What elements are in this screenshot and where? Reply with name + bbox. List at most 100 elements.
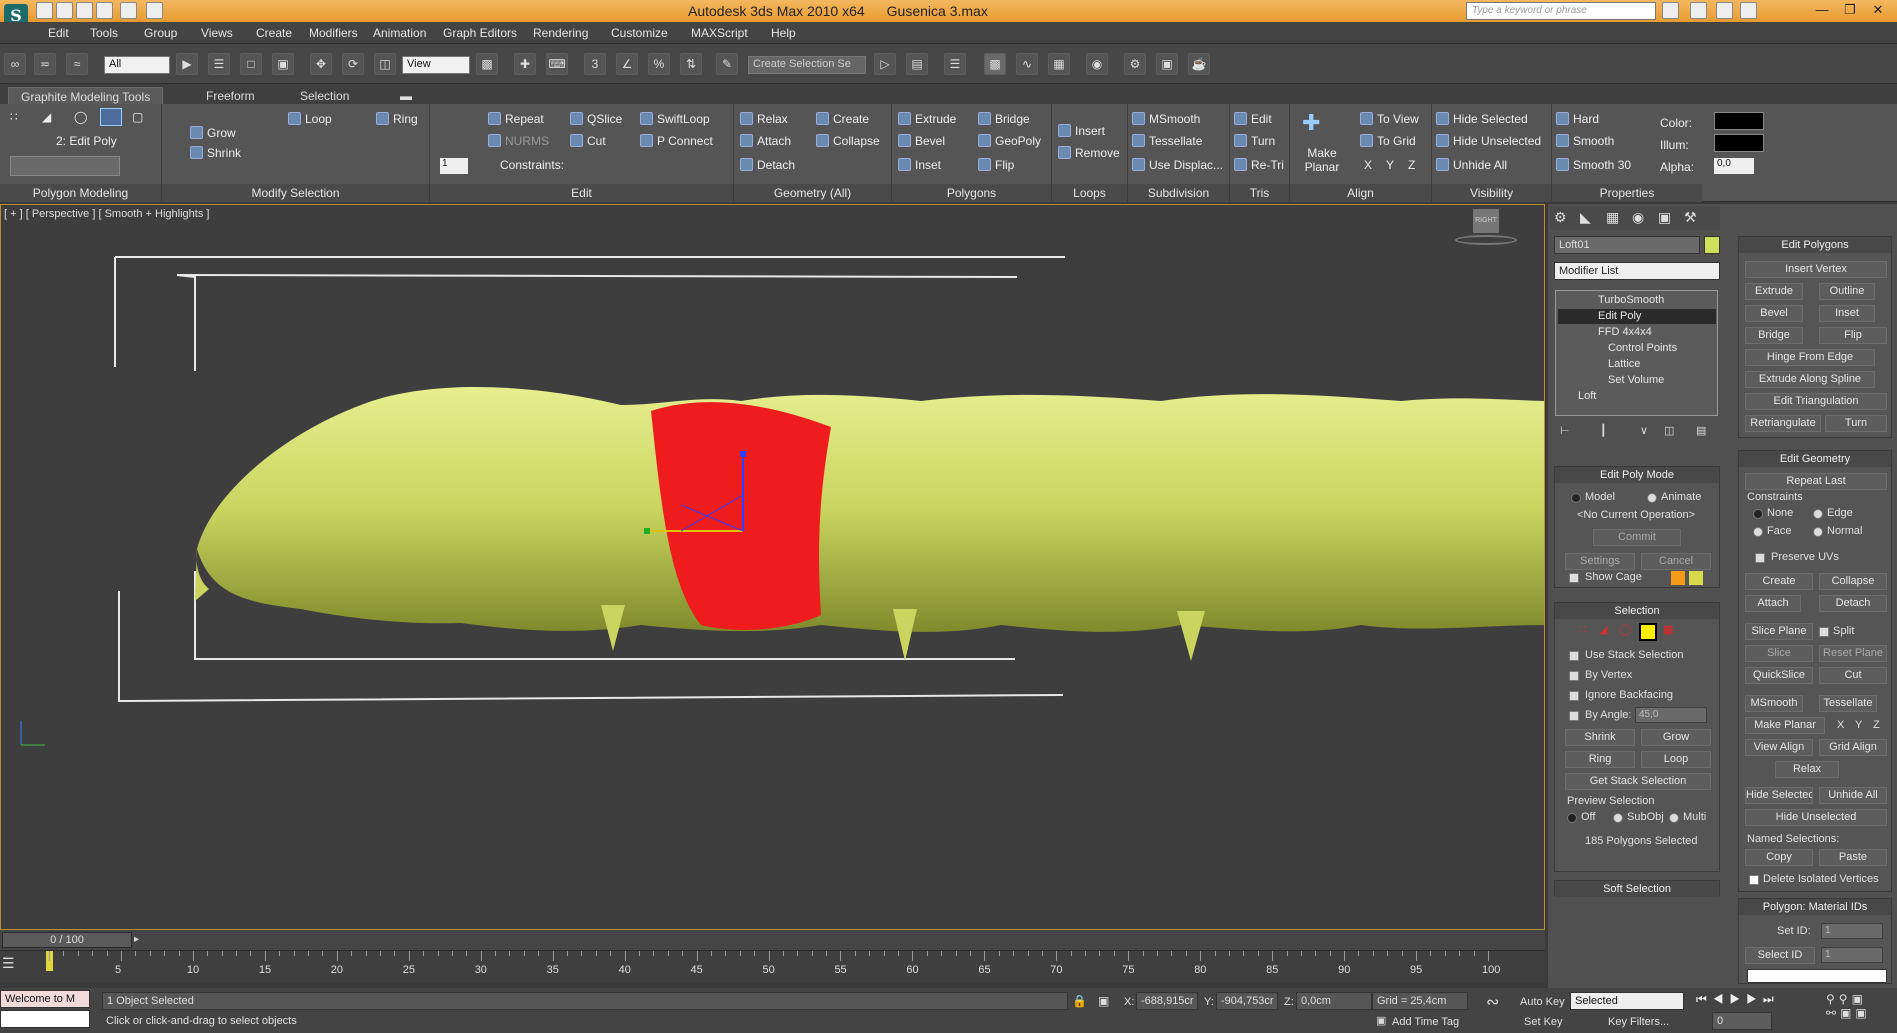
animate-radio[interactable] [1647, 493, 1657, 503]
properties-group-label[interactable]: Properties [1552, 184, 1702, 202]
unhide-all-geom-button[interactable]: Unhide All [1819, 787, 1887, 804]
qslice-button[interactable]: QSlice [570, 112, 622, 126]
material-ids-title[interactable]: Polygon: Material IDs [1739, 899, 1891, 915]
smooth-button[interactable]: Smooth [1556, 134, 1614, 148]
spinner-snap-icon[interactable]: ⇅ [680, 53, 702, 75]
modify-selection-label[interactable]: Modify Selection [162, 184, 429, 202]
graphite-toggle-icon[interactable]: ▩ [984, 53, 1006, 75]
preview-off-radio[interactable] [1567, 813, 1577, 823]
menu-create[interactable]: Create [256, 26, 292, 40]
stack-ffd[interactable]: FFD 4x4x4 [1558, 325, 1716, 340]
retri-button[interactable]: Re-Tri [1234, 158, 1284, 172]
polygon-subobj-icon[interactable] [1639, 623, 1657, 641]
color-swatch[interactable] [1714, 112, 1764, 130]
create-button[interactable]: Create [816, 112, 869, 126]
shrink-selection-button[interactable]: Shrink [1565, 729, 1635, 746]
quickslice-button[interactable]: QuickSlice [1745, 667, 1813, 684]
nurms-button[interactable]: NURMS [488, 134, 549, 148]
soft-selection-title[interactable]: Soft Selection [1555, 881, 1719, 897]
tools-icon[interactable] [1690, 2, 1707, 19]
menu-group[interactable]: Group [144, 26, 177, 40]
display-tab-icon[interactable]: ▣ [1658, 209, 1671, 226]
show-end-result-icon[interactable]: ┃ [1600, 424, 1607, 437]
border-subobj-icon[interactable]: ◯ [1619, 623, 1631, 636]
to-grid-button[interactable]: To Grid [1360, 134, 1416, 148]
hinge-from-edge-button[interactable]: Hinge From Edge [1745, 349, 1875, 366]
unhide-all-button[interactable]: Unhide All [1436, 158, 1507, 172]
stack-turbosmooth[interactable]: TurboSmooth [1558, 293, 1716, 308]
viewport-label[interactable]: [ + ] [ Perspective ] [ Smooth + Highlig… [4, 208, 209, 220]
key-filters-button[interactable]: Key Filters... [1608, 1016, 1669, 1028]
keyboard-shortcut-icon[interactable]: ⌨ [546, 53, 568, 75]
x-coordinate-field[interactable]: -688,915cr [1136, 992, 1198, 1010]
detach-geom-button[interactable]: Detach [1819, 595, 1887, 612]
z-coordinate-field[interactable]: 0,0cm [1296, 992, 1372, 1010]
grow-button[interactable]: Grow [190, 126, 236, 140]
insert-vertex-button[interactable]: Insert Vertex [1745, 261, 1887, 278]
msmooth-geom-button[interactable]: MSmooth [1745, 695, 1803, 712]
hide-unselected-geom-button[interactable]: Hide Unselected [1745, 809, 1887, 826]
illum-swatch[interactable] [1714, 134, 1764, 152]
edit-poly-mode-title[interactable]: Edit Poly Mode [1555, 467, 1719, 483]
menu-help[interactable]: Help [771, 26, 796, 40]
extrude-along-spline-button[interactable]: Extrude Along Spline [1745, 371, 1875, 388]
curve-editor-icon[interactable]: ∿ [1016, 53, 1038, 75]
next-frame-arrow-icon[interactable]: ▸ [134, 932, 148, 948]
menu-customize[interactable]: Customize [611, 26, 668, 40]
cut-geom-button[interactable]: Cut [1819, 667, 1887, 684]
flip-button[interactable]: Flip [978, 158, 1014, 172]
use-stack-selection-checkbox[interactable] [1569, 651, 1579, 661]
window-crossing-icon[interactable]: ▣ [272, 53, 294, 75]
by-angle-checkbox[interactable] [1569, 711, 1579, 721]
key-mode-dropdown[interactable]: Selected [1570, 992, 1684, 1010]
polygon-mode-icon[interactable] [100, 108, 122, 126]
manipulate-icon[interactable]: ✚ [514, 53, 536, 75]
smooth-30-button[interactable]: Smooth 30 [1556, 158, 1631, 172]
align-icon[interactable]: ▤ [906, 53, 928, 75]
constraint-none-radio[interactable] [1753, 509, 1763, 519]
polygons-group-label[interactable]: Polygons [892, 184, 1051, 202]
inset-cmd-button[interactable]: Inset [1819, 305, 1875, 322]
edit-geometry-title[interactable]: Edit Geometry [1739, 451, 1891, 467]
element-mode-icon[interactable]: ▢ [132, 110, 143, 124]
slice-plane-button[interactable]: Slice Plane [1745, 623, 1813, 640]
make-planar-icon[interactable]: ✚ [1302, 110, 1320, 136]
split-checkbox[interactable] [1819, 627, 1829, 637]
hide-selected-button[interactable]: Hide Selected [1436, 112, 1528, 126]
msmooth-button[interactable]: MSmooth [1132, 112, 1200, 126]
render-setup-icon[interactable]: ⚙ [1124, 53, 1146, 75]
pin-stack-icon[interactable]: ⊢ [1560, 424, 1570, 437]
create-geom-button[interactable]: Create [1745, 573, 1813, 590]
slice-button[interactable]: Slice [1745, 645, 1813, 662]
collapse-button[interactable]: Collapse [816, 134, 880, 148]
collapse-geom-button[interactable]: Collapse [1819, 573, 1887, 590]
select-id-button[interactable]: Select ID [1745, 947, 1815, 964]
stack-loft[interactable]: Loft [1558, 389, 1716, 404]
menu-rendering[interactable]: Rendering [533, 26, 588, 40]
turn-button[interactable]: Turn [1234, 134, 1275, 148]
snaps-toggle-icon[interactable]: 3 [584, 53, 606, 75]
binoculars-icon[interactable] [1662, 2, 1679, 19]
tab-selection[interactable]: Selection [288, 87, 361, 104]
undo-icon[interactable] [96, 2, 113, 19]
preserve-uvs-checkbox[interactable] [1755, 553, 1765, 563]
project-folder-icon[interactable] [146, 2, 163, 19]
relax-button[interactable]: Relax [740, 112, 788, 126]
paste-selection-button[interactable]: Paste [1819, 849, 1887, 866]
by-vertex-checkbox[interactable] [1569, 671, 1579, 681]
tessellate-geom-button[interactable]: Tessellate [1819, 695, 1877, 712]
favorites-star-icon[interactable] [1716, 2, 1733, 19]
settings-button[interactable]: Settings [1565, 553, 1635, 570]
by-angle-spinner[interactable]: 45,0 [1635, 707, 1707, 723]
align-z-button[interactable]: Z [1408, 158, 1415, 172]
viewport-scene[interactable] [1, 205, 1545, 930]
named-selection-dropdown[interactable]: Create Selection Se [748, 56, 866, 74]
edit-triangulation-button[interactable]: Edit Triangulation [1745, 393, 1887, 410]
current-frame-field[interactable]: 0 [1712, 1012, 1772, 1030]
geopoly-button[interactable]: GeoPoly [978, 134, 1041, 148]
extrude-cmd-button[interactable]: Extrude [1745, 283, 1803, 300]
mirror-icon[interactable]: ▷ [874, 53, 896, 75]
geometry-group-label[interactable]: Geometry (All) [734, 184, 891, 202]
to-view-button[interactable]: To View [1360, 112, 1419, 126]
selection-title[interactable]: Selection [1555, 603, 1719, 619]
